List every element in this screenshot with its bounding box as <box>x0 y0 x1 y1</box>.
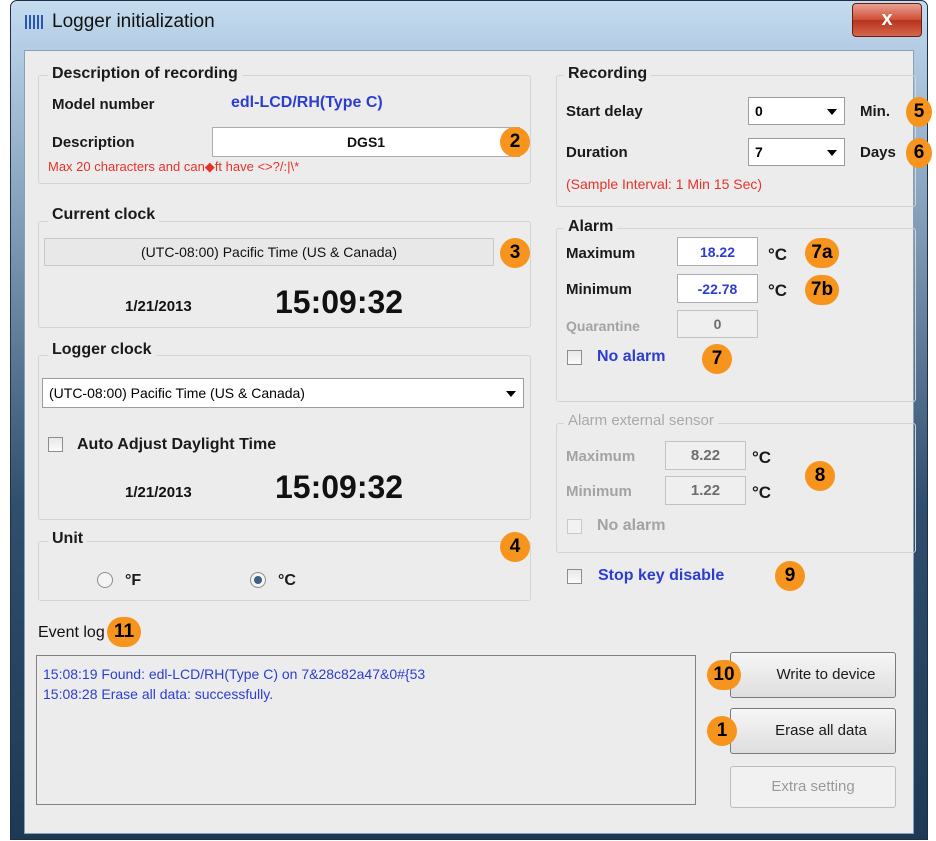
external-maximum-unit: °C <box>752 448 772 467</box>
unit-celsius-label[interactable]: °C <box>278 572 296 590</box>
quarantine-label: Quarantine <box>566 318 640 334</box>
start-delay-unit: Min. <box>860 103 890 120</box>
unit-legend: Unit <box>48 530 88 548</box>
unit-group <box>38 541 531 601</box>
badge-10: 10 <box>707 660 741 690</box>
badge-4: 4 <box>500 532 530 562</box>
external-minimum-input[interactable] <box>665 476 746 505</box>
badge-7: 7 <box>702 344 732 374</box>
event-log-box[interactable]: 15:08:19 Found: edl-LCD/RH(Type C) on 7&… <box>36 655 696 805</box>
unit-celsius-radio[interactable] <box>250 572 266 588</box>
quarantine-input[interactable] <box>677 310 758 338</box>
external-maximum-label: Maximum <box>566 448 636 465</box>
duration-label: Duration <box>566 144 628 161</box>
badge-3: 3 <box>500 238 530 268</box>
current-date: 1/21/2013 <box>125 298 192 315</box>
description-label: Description <box>52 134 135 151</box>
badge-5: 5 <box>906 97 932 127</box>
logger-date: 1/21/2013 <box>125 484 192 501</box>
alarm-minimum-label: Minimum <box>566 281 632 298</box>
extra-setting-button[interactable]: Extra setting <box>730 766 896 808</box>
external-minimum-label: Minimum <box>566 483 632 500</box>
alarm-minimum-unit: °C <box>768 281 788 300</box>
radio-selected-dot <box>254 576 262 584</box>
external-no-alarm-checkbox[interactable] <box>567 519 582 534</box>
extra-setting-label: Extra setting <box>771 778 855 795</box>
write-to-device-label: Write to device <box>776 666 876 683</box>
alarm-external-legend: Alarm external sensor <box>564 412 718 429</box>
event-log-line: 15:08:19 Found: edl-LCD/RH(Type C) on 7&… <box>43 666 426 682</box>
model-number-value: edl-LCD/RH(Type C) <box>231 94 383 111</box>
alarm-legend: Alarm <box>564 218 618 236</box>
current-timezone-display: (UTC-08:00) Pacific Time (US & Canada) <box>44 238 494 266</box>
description-legend: Description of recording <box>48 65 242 83</box>
auto-adjust-label[interactable]: Auto Adjust Daylight Time <box>77 436 276 454</box>
current-time: 15:09:32 <box>275 284 404 320</box>
erase-all-data-label: Erase all data <box>775 722 867 739</box>
write-to-device-button[interactable]: Write to device <box>730 652 896 698</box>
description-hint: Max 20 characters and can◆ft have <>?/:|… <box>48 159 300 174</box>
external-no-alarm-label: No alarm <box>597 517 666 534</box>
duration-select[interactable]: 7 <box>748 138 845 166</box>
logger-timezone-select[interactable]: (UTC-08:00) Pacific Time (US & Canada) <box>42 378 524 408</box>
chevron-down-icon <box>827 109 837 115</box>
badge-7b: 7b <box>805 275 839 305</box>
alarm-maximum-unit: °C <box>768 245 788 264</box>
badge-9: 9 <box>775 561 805 591</box>
model-number-label: Model number <box>52 96 155 113</box>
alarm-maximum-input[interactable] <box>677 237 758 266</box>
start-delay-label: Start delay <box>566 103 643 120</box>
badge-8: 8 <box>805 461 835 491</box>
window-title: Logger initialization <box>52 11 215 32</box>
no-alarm-label[interactable]: No alarm <box>597 348 665 366</box>
sample-interval-text: (Sample Interval: 1 Min 15 Sec) <box>566 176 763 192</box>
no-alarm-checkbox[interactable] <box>567 350 582 365</box>
duration-unit: Days <box>860 144 896 161</box>
stop-key-checkbox[interactable] <box>567 569 582 584</box>
event-log-label: Event log <box>38 624 105 641</box>
logger-clock-legend: Logger clock <box>48 341 156 359</box>
description-input[interactable] <box>212 127 520 157</box>
current-clock-legend: Current clock <box>48 206 160 224</box>
external-minimum-unit: °C <box>752 483 772 502</box>
badge-11: 11 <box>107 617 141 647</box>
event-log-line: 15:08:28 Erase all data: successfully. <box>43 686 274 702</box>
close-button[interactable]: x <box>852 3 922 37</box>
logger-timezone-value: (UTC-08:00) Pacific Time (US & Canada) <box>49 385 305 401</box>
alarm-minimum-input[interactable] <box>677 274 758 303</box>
close-icon: x <box>881 8 893 30</box>
start-delay-select[interactable]: 0 <box>748 97 845 125</box>
badge-7a: 7a <box>805 238 839 268</box>
badge-6: 6 <box>906 138 932 168</box>
app-icon <box>24 14 44 30</box>
recording-legend: Recording <box>564 65 652 83</box>
external-maximum-input[interactable] <box>665 441 746 470</box>
logger-time: 15:09:32 <box>275 469 404 505</box>
erase-all-data-button[interactable]: Erase all data <box>730 708 896 754</box>
title-bar[interactable]: Logger initialization x <box>10 0 926 46</box>
auto-adjust-checkbox[interactable] <box>48 437 63 452</box>
stop-key-label[interactable]: Stop key disable <box>598 567 724 585</box>
badge-1: 1 <box>707 716 737 746</box>
unit-fahrenheit-label[interactable]: °F <box>125 572 141 590</box>
chevron-down-icon <box>827 150 837 156</box>
alarm-maximum-label: Maximum <box>566 245 636 262</box>
badge-2: 2 <box>500 127 530 157</box>
start-delay-value: 0 <box>755 103 763 119</box>
duration-value: 7 <box>755 144 763 160</box>
chevron-down-icon <box>506 391 516 397</box>
unit-fahrenheit-radio[interactable] <box>97 572 113 588</box>
